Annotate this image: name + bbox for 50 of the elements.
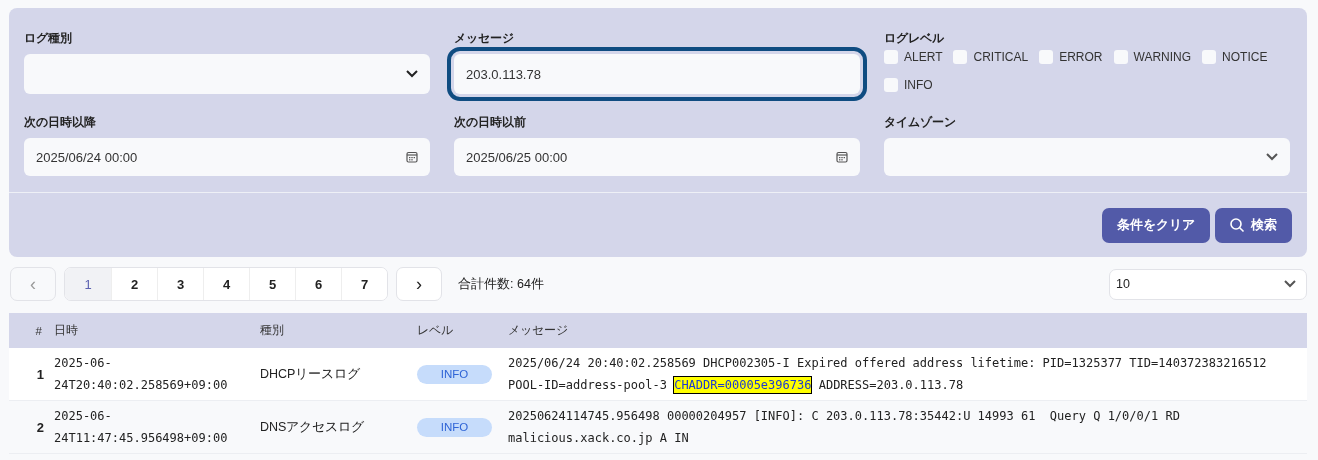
- clear-button[interactable]: 条件をクリア: [1102, 208, 1210, 243]
- page-button[interactable]: 7: [341, 268, 387, 300]
- checkbox-label[interactable]: ERROR: [1059, 50, 1103, 64]
- field-label: メッセージ: [454, 30, 514, 47]
- total-count: 合計件数: 64件: [458, 275, 544, 293]
- checkbox[interactable]: [1202, 50, 1217, 64]
- chevron-down-icon: [1266, 153, 1278, 161]
- timezone-select[interactable]: [884, 138, 1290, 176]
- field-label: ログ種別: [24, 30, 72, 47]
- checkbox[interactable]: [1113, 50, 1128, 64]
- checkbox[interactable]: [884, 78, 898, 92]
- row-number: 1: [36, 366, 45, 382]
- datetime-cell-text: 2025-06-24T11:47:45.956498+09:00: [54, 408, 229, 447]
- page-button[interactable]: 1: [65, 268, 111, 300]
- checkbox-label[interactable]: WARNING: [1133, 50, 1192, 64]
- checkbox-label[interactable]: CRITICAL: [973, 50, 1029, 64]
- date-from-input[interactable]: 2025/06/24 00:00: [24, 138, 430, 176]
- search-button[interactable]: 検索: [1215, 208, 1292, 243]
- column-header: #: [35, 324, 43, 337]
- checkbox[interactable]: [953, 50, 968, 64]
- chevron-down-icon: [1284, 280, 1296, 288]
- level-badge: INFO: [417, 417, 492, 437]
- checkbox[interactable]: [884, 50, 898, 64]
- calendar-icon: [406, 151, 418, 163]
- type-cell: DNSアクセスログ: [260, 418, 365, 436]
- field-label: 次の日時以前: [454, 114, 526, 131]
- date-to-input[interactable]: 2025/06/25 00:00: [454, 138, 860, 176]
- type-cell: DHCPリースログ: [260, 365, 361, 383]
- checkbox-label[interactable]: ALERT: [904, 50, 943, 64]
- column-header: 種別: [260, 323, 284, 338]
- checkbox-label[interactable]: INFO: [904, 78, 933, 92]
- level-badge: INFO: [417, 364, 492, 384]
- page-size-select[interactable]: 10: [1109, 268, 1307, 300]
- column-header: レベル: [417, 323, 453, 338]
- field-label: タイムゾーン: [884, 114, 956, 131]
- column-header: メッセージ: [508, 323, 568, 338]
- message-cell-text: 20250624114745.956498 00000204957 [INFO]: C 203.0.113.78:35442:U 14993 61 Query Q 1/0/0/1 RD malicious.xack.co.jp A IN: [508, 408, 1181, 447]
- message-cell-text: 2025/06/24 20:40:02.258569 DHCP002305-I Expired offered address lifetime: PID=1325377 TID=140372383216512 POOL-ID=address-pool-3 CHADDR=00005e396736 ADDRESS=203.0.113.78: [508, 355, 1268, 395]
- field-label: ログレベル: [884, 30, 944, 47]
- row-number: 2: [36, 419, 45, 435]
- checkbox[interactable]: [1039, 50, 1054, 64]
- calendar-icon: [836, 151, 848, 163]
- checkbox-label[interactable]: NOTICE: [1222, 50, 1268, 64]
- next-page-button[interactable]: ›: [396, 267, 442, 301]
- datetime-cell-text: 2025-06-24T20:40:02.258569+09:00: [54, 355, 229, 394]
- chevron-down-icon: [406, 70, 418, 78]
- log-type-select[interactable]: [24, 54, 430, 94]
- field-label: 次の日時以降: [24, 114, 96, 131]
- column-header: 日時: [54, 323, 78, 338]
- search-icon: [1230, 218, 1245, 233]
